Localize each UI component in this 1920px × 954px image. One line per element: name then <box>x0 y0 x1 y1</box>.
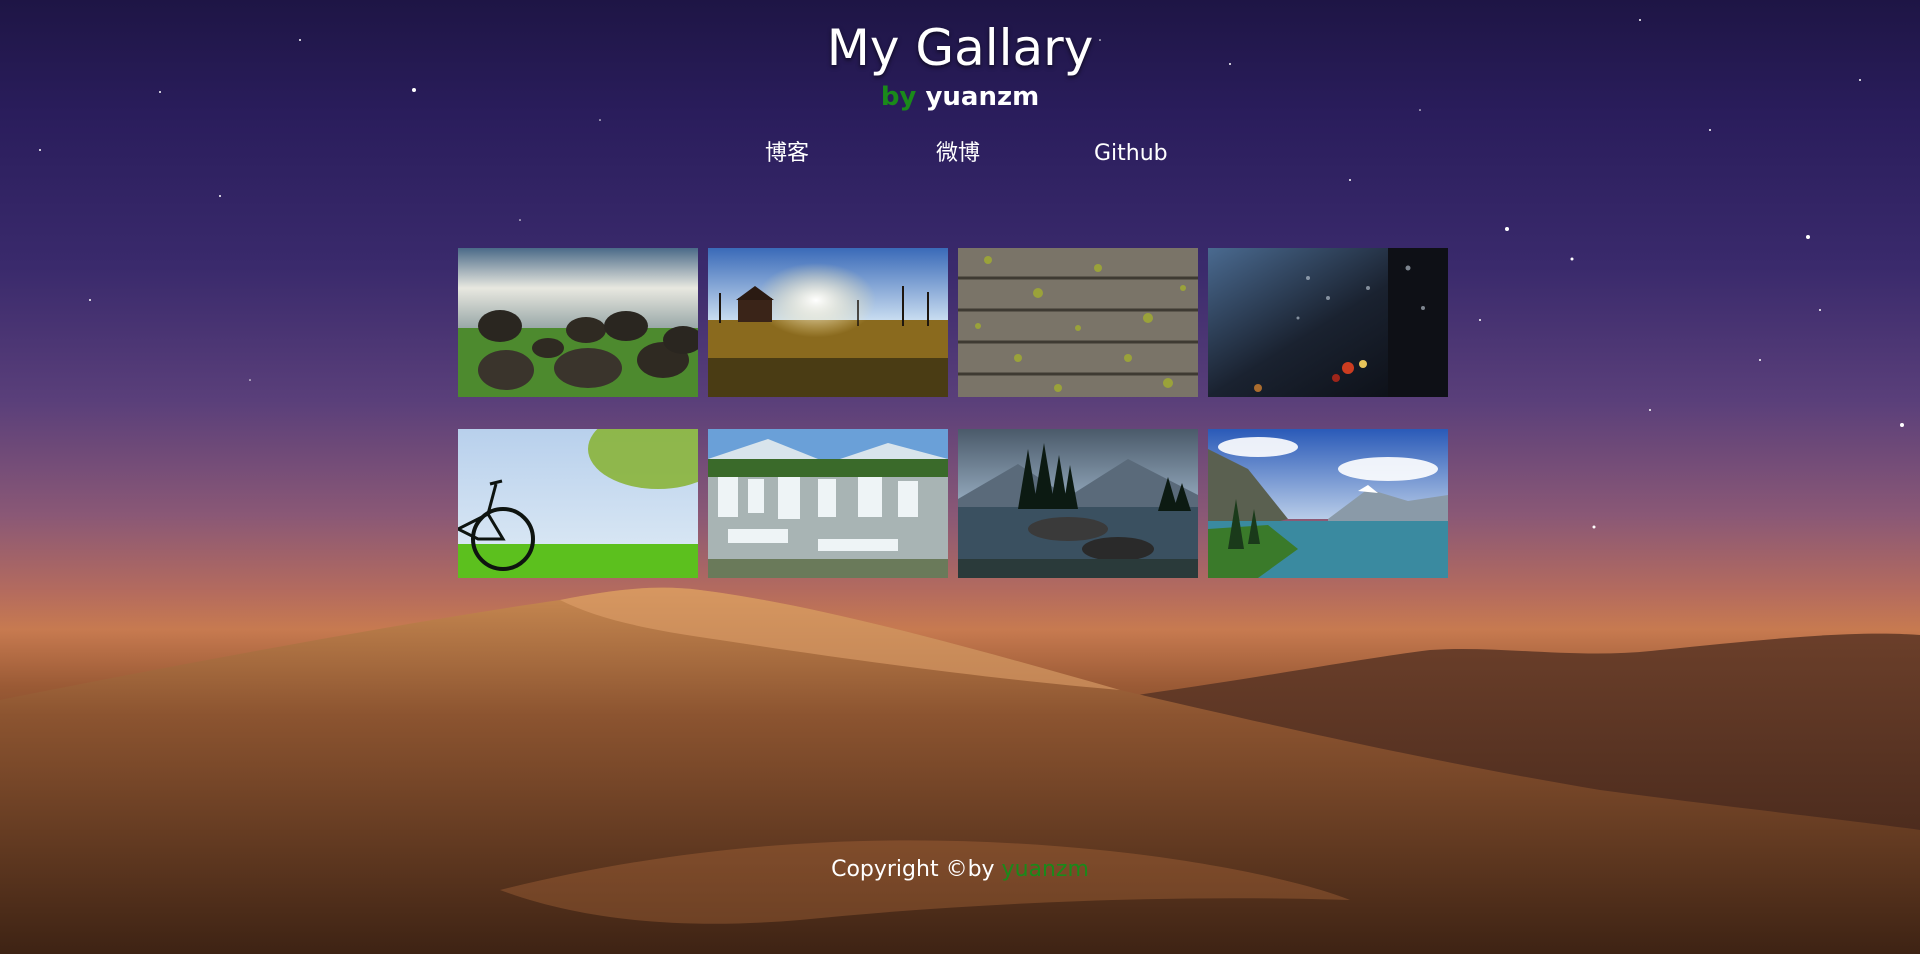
nav-link-github[interactable]: Github <box>1094 138 1168 170</box>
gallery-image-lake-island[interactable] <box>958 429 1198 578</box>
main-nav: 博客 微博 Github <box>0 138 1920 170</box>
nav-link-weibo[interactable]: 微博 <box>936 138 980 170</box>
gallery-image-waterfall[interactable] <box>708 429 948 578</box>
gallery-image-wood-leaves[interactable] <box>958 248 1198 397</box>
copyright-text: Copyright ©by <box>831 857 1002 882</box>
subtitle-author: yuanzm <box>925 82 1040 112</box>
gallery-image-rain-window[interactable] <box>1208 248 1448 397</box>
nav-link-blog[interactable]: 博客 <box>765 138 809 170</box>
page-title: My Gallary <box>826 19 1094 77</box>
footer-author-link[interactable]: yuanzm <box>1002 857 1089 882</box>
page-subtitle: by yuanzm <box>0 80 1920 114</box>
gallery-image-mountain-lake[interactable] <box>1208 429 1448 578</box>
gallery-image-farm-sunset[interactable] <box>708 248 948 397</box>
page-background: My Gallary by yuanzm 博客 微博 Github Copyri… <box>0 0 1920 954</box>
site-footer: Copyright ©by yuanzm <box>0 854 1920 886</box>
gallery-image-boulders[interactable] <box>458 248 698 397</box>
gallery-image-bicycle[interactable] <box>458 429 698 578</box>
photo-gallery <box>458 248 1448 578</box>
site-header: My Gallary by yuanzm <box>0 18 1920 114</box>
subtitle-by: by <box>880 82 917 112</box>
